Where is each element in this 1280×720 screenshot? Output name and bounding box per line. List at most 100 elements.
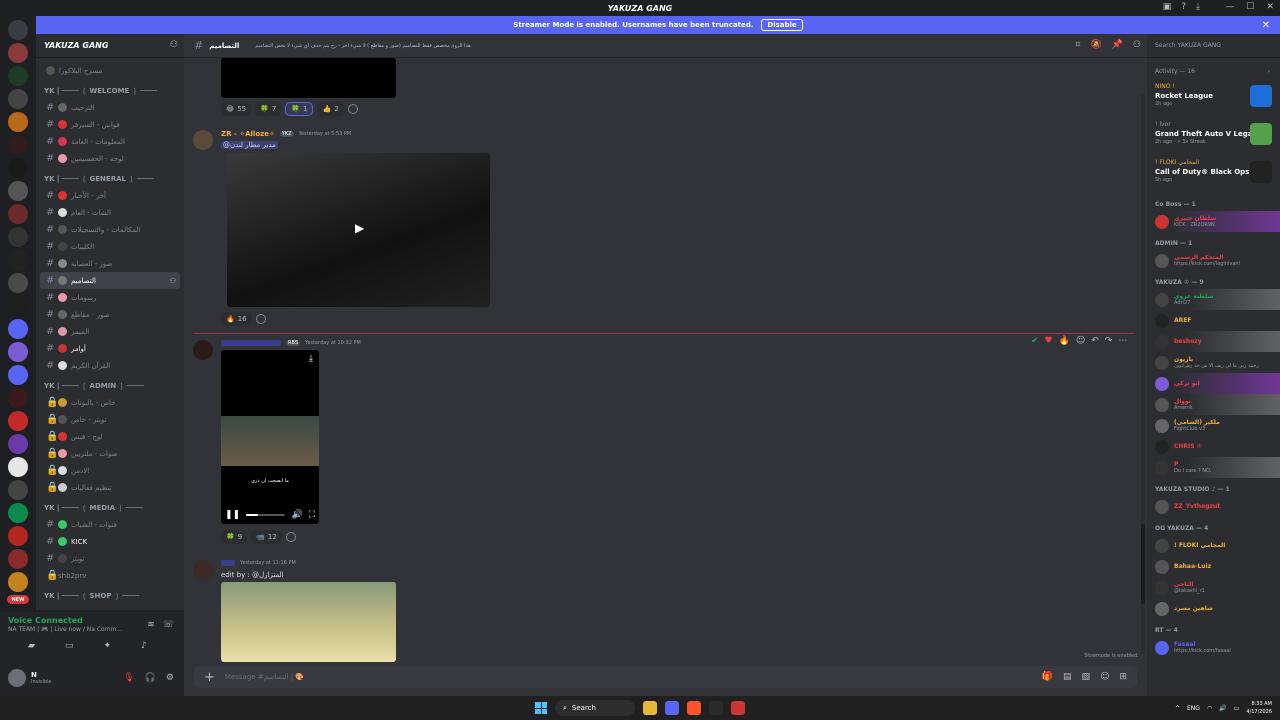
- member-item[interactable]: CHRIS ♔: [1147, 436, 1280, 457]
- member-item[interactable]: ! FLOKI المحامي: [1147, 535, 1280, 556]
- server-icon[interactable]: [8, 227, 28, 247]
- member-item[interactable]: ملكبر (الشامي) FightClub v3: [1147, 415, 1280, 436]
- maximize-icon[interactable]: ☐: [1246, 2, 1254, 12]
- member-item[interactable]: ZZ_Yvthegzut: [1147, 496, 1280, 517]
- member-item[interactable]: نووال Arsenik: [1147, 394, 1280, 415]
- minimize-icon[interactable]: —: [1225, 2, 1234, 12]
- battery-icon[interactable]: ▭: [1234, 705, 1240, 712]
- activities-icon[interactable]: ✦: [103, 641, 111, 651]
- channel-item[interactable]: # أخر - الأخبار: [40, 187, 180, 204]
- server-icon[interactable]: [8, 480, 28, 500]
- avatar[interactable]: [8, 669, 26, 687]
- channel-item[interactable]: # المكالمات - والتسجيلات: [40, 221, 180, 238]
- server-icon[interactable]: [8, 20, 28, 40]
- avatar[interactable]: [193, 560, 213, 580]
- channel-item[interactable]: # KICK: [40, 533, 180, 550]
- member-item[interactable]: P Do I care ? NO.: [1147, 457, 1280, 478]
- channel-item[interactable]: 🔒 خاص - بالبوتات: [40, 394, 180, 411]
- member-item[interactable]: شاهين مسرد: [1147, 598, 1280, 619]
- server-icon[interactable]: [8, 503, 28, 523]
- play-icon[interactable]: ▶: [355, 221, 364, 235]
- discord-icon[interactable]: [665, 701, 679, 715]
- emoji-icon[interactable]: ☺: [1100, 672, 1109, 682]
- app-icon[interactable]: [709, 701, 723, 715]
- attach-plus-icon[interactable]: +: [204, 670, 215, 685]
- more-icon[interactable]: ⋯: [1118, 336, 1127, 346]
- activity-card[interactable]: ! FLOKI المحامي Call of Duty® Black Ops …: [1147, 155, 1280, 193]
- server-icon[interactable]: [8, 43, 28, 63]
- user-info[interactable]: N Invisible: [31, 671, 52, 685]
- channel-item[interactable]: # صور - العصابة: [40, 255, 180, 272]
- member-item[interactable]: beshezy: [1147, 331, 1280, 352]
- server-icon[interactable]: [8, 250, 28, 270]
- server-icon[interactable]: [8, 365, 28, 385]
- channel-item[interactable]: 🔒 تنظيم فعاليات: [40, 479, 180, 496]
- server-icon[interactable]: [8, 135, 28, 155]
- server-icon[interactable]: [8, 572, 28, 592]
- member-list-icon[interactable]: ⚇: [1133, 40, 1141, 50]
- avatar[interactable]: [193, 340, 213, 360]
- channel-item[interactable]: 🔒 لوج - فيس: [40, 428, 180, 445]
- video-progress[interactable]: [246, 514, 286, 516]
- file-explorer-icon[interactable]: [643, 701, 657, 715]
- member-item[interactable]: سلطان خبيري KICK : ZR2OR9N: [1147, 211, 1280, 232]
- pause-icon[interactable]: ❚❚: [225, 510, 240, 520]
- server-icon[interactable]: [8, 411, 28, 431]
- server-icon[interactable]: [8, 204, 28, 224]
- activity-card[interactable]: NINO ! Rocket League 2h ago: [1147, 79, 1280, 117]
- fire-reaction-icon[interactable]: 🔥: [1059, 336, 1070, 346]
- apps-icon[interactable]: ⊞: [1119, 672, 1127, 682]
- member-item[interactable]: Fasaal https://kick.com/fasaal: [1147, 637, 1280, 658]
- server-icon[interactable]: [8, 342, 28, 362]
- server-icon[interactable]: [8, 273, 28, 293]
- invite-icon[interactable]: ⚇: [170, 277, 176, 285]
- add-reaction-icon[interactable]: [347, 104, 358, 114]
- heart-reaction-icon[interactable]: ♥: [1045, 336, 1053, 346]
- category-admin[interactable]: YK | ──── ❲ ADMIN ❳ ────: [40, 378, 180, 394]
- add-reaction-icon[interactable]: ☺: [1076, 336, 1085, 346]
- server-icon[interactable]: [8, 89, 28, 109]
- image-attachment[interactable]: [221, 58, 396, 98]
- volume-icon[interactable]: 🔊: [291, 510, 302, 520]
- reaction[interactable]: 🔥 16: [221, 312, 252, 326]
- channel-item[interactable]: # قنوات - الشباب: [40, 516, 180, 533]
- camera-icon[interactable]: ▰: [28, 641, 35, 651]
- channel-item[interactable]: # صور - مقاطع: [40, 306, 180, 323]
- reaction[interactable]: 🍀 7: [255, 102, 282, 116]
- search-input[interactable]: Search YAKUZA GANG: [1147, 34, 1280, 58]
- volume-icon[interactable]: 🔊: [1219, 705, 1226, 712]
- download-icon[interactable]: ⤓: [309, 354, 313, 364]
- chevron-right-icon[interactable]: ›: [1268, 68, 1270, 75]
- server-icon[interactable]: [8, 296, 28, 316]
- sticker-icon[interactable]: ▧: [1082, 672, 1091, 682]
- inbox-icon[interactable]: ▣: [1163, 2, 1172, 12]
- wifi-icon[interactable]: ◠: [1207, 705, 1212, 712]
- category-media[interactable]: YK | ──── ❲ MEDIA ❳ ────: [40, 500, 180, 516]
- server-icon[interactable]: [8, 434, 28, 454]
- category-general[interactable]: YK | ──── ❲ GENERAL ❳ ────: [40, 171, 180, 187]
- channel-item[interactable]: 🔒 الادمن: [40, 462, 180, 479]
- member-item[interactable]: سلطنة عزوي Adri27: [1147, 289, 1280, 310]
- disconnect-icon[interactable]: ☏: [163, 620, 174, 630]
- message-input[interactable]: Message #التصاميم | 🎨: [225, 673, 304, 681]
- activity-card[interactable]: ! lvor Grand Theft Auto V Legacy 2h ago …: [1147, 117, 1280, 155]
- channel-item[interactable]: # الكليبات: [40, 238, 180, 255]
- server-icon[interactable]: [8, 181, 28, 201]
- server-icon[interactable]: [8, 457, 28, 477]
- channel-item[interactable]: 🔒 تويتر - خاص: [40, 411, 180, 428]
- notifications-icon[interactable]: 🔕: [1090, 40, 1101, 50]
- avatar[interactable]: [193, 130, 213, 150]
- channel-item[interactable]: # القرآن الكريم: [40, 357, 180, 374]
- video-attachment[interactable]: ▶: [227, 153, 490, 307]
- server-icon[interactable]: [8, 158, 28, 178]
- member-item[interactable]: التاجي @takashi_r1: [1147, 577, 1280, 598]
- mention[interactable]: @مدير مطار لندن: [221, 141, 278, 149]
- channel-item[interactable]: # المعلومات - العامة: [40, 133, 180, 150]
- channel-item[interactable]: # الشات - العام: [40, 204, 180, 221]
- video-player[interactable]: ⤓ ما انصحب ان ذري ❚❚ 🔊 ⛶: [221, 350, 319, 524]
- add-reaction-icon[interactable]: [285, 532, 296, 542]
- server-icon[interactable]: [8, 549, 28, 569]
- clock[interactable]: 8:33 AM 4/17/2026: [1246, 700, 1272, 716]
- download-icon[interactable]: ⤓: [1196, 2, 1200, 12]
- server-icon[interactable]: [8, 112, 28, 132]
